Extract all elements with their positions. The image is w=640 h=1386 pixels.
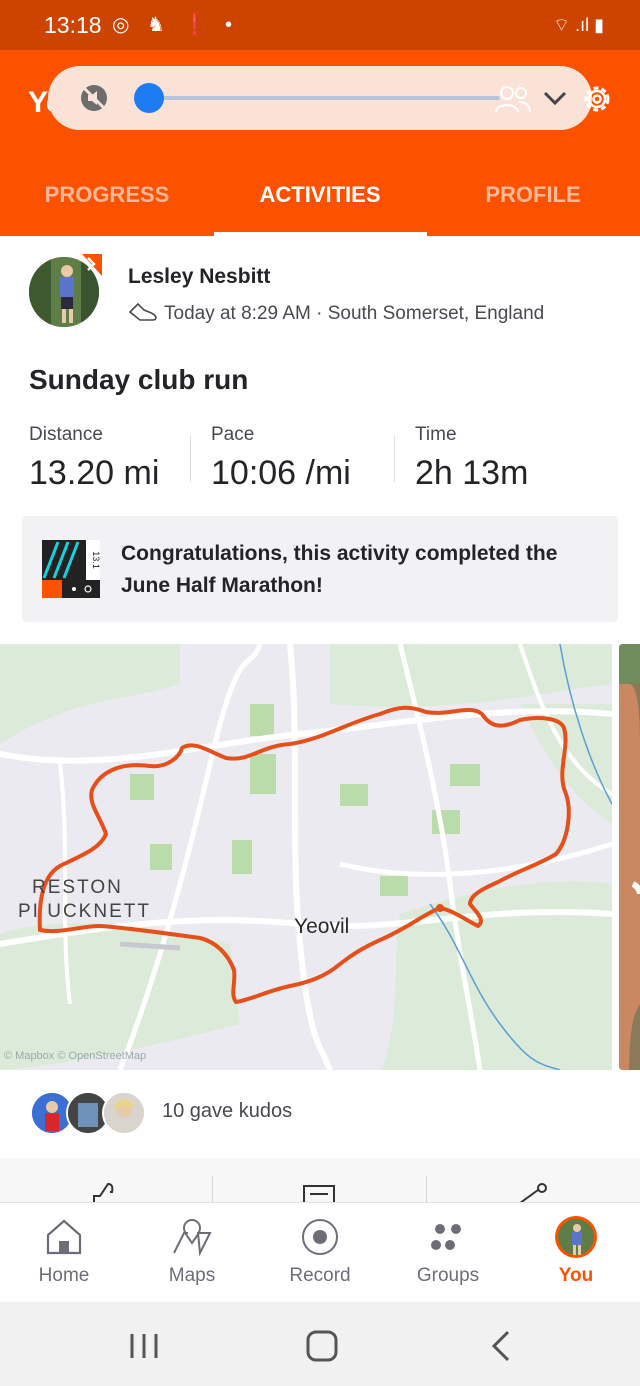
shoe-icon [128,302,157,321]
status-time: 13:18 [44,12,102,38]
home-button-icon[interactable] [302,1328,342,1364]
stat-divider [394,436,395,482]
stat-value: 10:06 /mi [211,454,351,492]
volume-track[interactable] [150,96,500,100]
avatar[interactable] [102,1091,146,1135]
activity-photo-preview[interactable] [619,644,640,1070]
badge-number: 13.1 [91,551,100,569]
kudos-thumb-icon[interactable] [90,1180,126,1202]
mute-icon[interactable] [78,82,110,114]
people-icon[interactable] [493,84,533,114]
nav-groups[interactable]: Groups [384,1203,512,1303]
stat-value: 2h 13m [415,454,529,492]
record-icon [302,1219,338,1255]
challenge-achievement-card[interactable]: 13.1 Congratulations, this activity comp… [22,516,618,622]
comment-icon[interactable] [302,1180,338,1202]
status-bar: 13:18 ◎ ♞ ❗ • ⌔ .ıl ▮ [0,0,640,50]
map-label-preston: RESTON [32,877,123,898]
athlete-name[interactable]: Lesley Nesbitt [128,265,270,289]
tab-activities[interactable]: ACTIVITIES [213,182,427,208]
action-divider [426,1176,427,1202]
route-map[interactable]: RESTON PI UCKNETT Yeovil © Mapbox © Open… [0,644,612,1070]
back-icon[interactable] [482,1328,522,1364]
signal-battery-icons: ⌔ .ıl ▮ [553,15,604,35]
nav-label: Record [289,1265,351,1286]
map-label-plucknett: PI UCKNETT [18,901,151,922]
tab-profile[interactable]: PROFILE [426,182,640,208]
system-navigation-bar [0,1302,640,1386]
map-attribution[interactable]: © Mapbox © OpenStreetMap [4,1050,146,1062]
stat-label: Pace [211,424,255,445]
nav-label: Groups [416,1265,480,1286]
nav-maps[interactable]: Maps [128,1203,256,1303]
tab-bar: PROGRESS ACTIVITIES PROFILE [0,174,640,236]
map-icon [173,1219,212,1257]
gear-icon[interactable] [578,80,616,118]
bottom-navigation: Home Maps Record Groups You [0,1202,640,1302]
share-icon[interactable] [512,1180,548,1202]
app-header: You PROGRESS ACTIVITIES PROFILE [0,50,640,236]
activity-action-bar [0,1158,640,1202]
groups-icon [431,1224,461,1250]
stat-pace: Pace 10:06 /mi [211,424,351,493]
nav-label: You [558,1265,594,1286]
activity-meta: Today at 8:29 AM · South Somerset, Engla… [128,302,544,325]
map-label-yeovil: Yeovil [294,915,350,938]
nav-you[interactable]: You [512,1203,640,1303]
recent-apps-icon[interactable] [124,1328,164,1364]
nav-label: Maps [168,1265,216,1286]
chevron-down-icon[interactable] [542,86,568,110]
stat-label: Distance [29,424,103,445]
stat-distance: Distance 13.20 mi [29,424,159,493]
activity-time-location: Today at 8:29 AM · South Somerset, Engla… [164,303,545,324]
subscriber-badge-icon [82,254,102,276]
kudos-avatars[interactable] [30,1091,150,1137]
profile-avatar [555,1216,597,1258]
half-marathon-badge-icon: 13.1 [42,540,100,598]
activity-title[interactable]: Sunday club run [29,364,248,396]
action-divider [212,1176,213,1202]
tab-progress[interactable]: PROGRESS [0,182,214,208]
stat-value: 13.20 mi [29,454,160,492]
notification-icons: ◎ ♞ ❗ • [112,14,238,36]
stat-time: Time 2h 13m [415,424,528,493]
nav-home[interactable]: Home [0,1203,128,1303]
active-tab-indicator [214,232,427,236]
home-icon [46,1219,82,1255]
volume-slider-thumb[interactable] [134,83,164,113]
achievement-message: Congratulations, this activity completed… [121,542,558,597]
kudos-count[interactable]: 10 gave kudos [162,1100,292,1123]
media-output-pill[interactable] [48,66,592,130]
stat-label: Time [415,424,457,445]
nav-record[interactable]: Record [256,1203,384,1303]
stat-divider [190,436,191,482]
nav-label: Home [38,1265,90,1286]
